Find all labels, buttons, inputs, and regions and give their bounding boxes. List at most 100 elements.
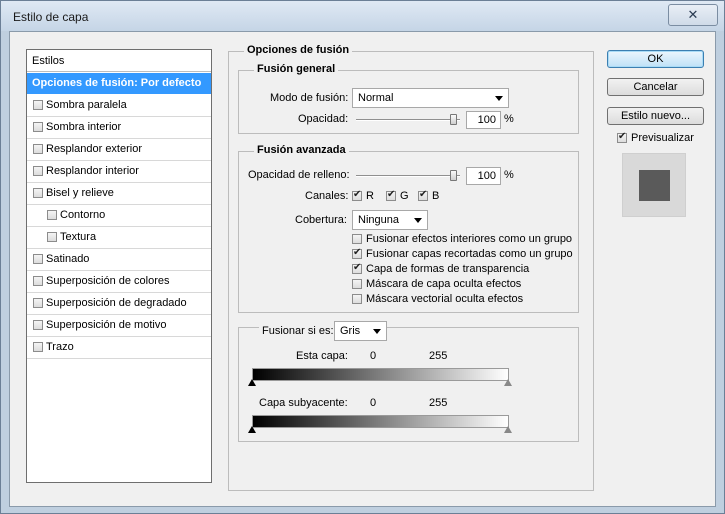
- layer-style-dialog: Estilo de capa ✕ Estilos Opciones de fus…: [0, 0, 725, 514]
- channel-r-label: R: [366, 190, 374, 202]
- opacity-unit: %: [504, 113, 514, 125]
- style-item-bevel-emboss[interactable]: Bisel y relieve: [27, 183, 211, 205]
- checkbox[interactable]: [47, 232, 57, 242]
- this-layer-gradient: [252, 368, 509, 381]
- advanced-blending-title: Fusión avanzada: [254, 144, 349, 156]
- style-item-label: Contorno: [60, 209, 106, 221]
- option-label: Máscara de capa oculta efectos: [366, 278, 522, 290]
- style-item-contour[interactable]: Contorno: [27, 205, 211, 227]
- checkbox[interactable]: [33, 298, 43, 308]
- blend-if-select[interactable]: Gris: [334, 321, 387, 341]
- channel-g-label: G: [400, 190, 409, 202]
- chevron-down-icon: [414, 218, 422, 223]
- close-button[interactable]: ✕: [668, 4, 718, 26]
- option-checkbox[interactable]: [352, 247, 362, 259]
- cancel-button[interactable]: Cancelar: [607, 78, 704, 96]
- style-preview: [622, 153, 686, 217]
- underlying-layer-black-slider[interactable]: [248, 426, 256, 433]
- fill-opacity-unit: %: [504, 169, 514, 181]
- blending-options-item[interactable]: Opciones de fusión: Por defecto: [27, 73, 211, 94]
- channel-r-checkbox[interactable]: [352, 189, 362, 201]
- option-checkbox[interactable]: [352, 279, 362, 289]
- checkbox[interactable]: [33, 276, 43, 286]
- checkbox[interactable]: [33, 100, 43, 110]
- checkbox[interactable]: [33, 166, 43, 176]
- option-label: Máscara vectorial oculta efectos: [366, 293, 524, 305]
- fill-opacity-label: Opacidad de relleno:: [248, 169, 350, 181]
- checkbox[interactable]: [47, 210, 57, 220]
- ok-button[interactable]: OK: [607, 50, 704, 68]
- opacity-label: Opacidad:: [298, 113, 349, 125]
- blend-if-value: Gris: [340, 325, 361, 337]
- this-layer-max: 255: [429, 350, 448, 362]
- preview-swatch: [639, 170, 670, 201]
- styles-header[interactable]: Estilos: [27, 50, 211, 72]
- blend-if-label: Fusionar si es:: [259, 325, 337, 337]
- option-checkbox[interactable]: [352, 234, 362, 244]
- checkbox[interactable]: [33, 254, 43, 264]
- style-item-label: Superposición de degradado: [46, 297, 187, 309]
- style-item-drop-shadow[interactable]: Sombra paralela: [27, 95, 211, 117]
- this-layer-black-slider[interactable]: [248, 379, 256, 386]
- chevron-down-icon: [373, 329, 381, 334]
- checkbox[interactable]: [33, 188, 43, 198]
- general-blending-title: Fusión general: [254, 63, 339, 75]
- opacity-slider-thumb[interactable]: [450, 114, 457, 125]
- section-title: Opciones de fusión: [244, 44, 353, 56]
- title-bar: Estilo de capa ✕: [1, 1, 724, 31]
- style-item-label: Resplandor interior: [46, 165, 139, 177]
- option-checkbox[interactable]: [352, 262, 362, 274]
- knockout-label: Cobertura:: [295, 214, 347, 226]
- option-label: Capa de formas de transparencia: [366, 263, 530, 275]
- window-title: Estilo de capa: [13, 10, 89, 24]
- chevron-down-icon: [495, 96, 503, 101]
- style-item-label: Satinado: [46, 253, 90, 265]
- style-item-label: Sombra interior: [46, 121, 122, 133]
- new-style-button[interactable]: Estilo nuevo...: [607, 107, 704, 125]
- style-item-label: Superposición de colores: [46, 275, 170, 287]
- style-item-pattern-overlay[interactable]: Superposición de motivo: [27, 315, 211, 337]
- checkbox[interactable]: [33, 320, 43, 330]
- style-item-inner-shadow[interactable]: Sombra interior: [27, 117, 211, 139]
- style-item-inner-glow[interactable]: Resplandor interior: [27, 161, 211, 183]
- style-item-texture[interactable]: Textura: [27, 227, 211, 249]
- fill-opacity-slider-thumb[interactable]: [450, 170, 457, 181]
- channel-g-checkbox[interactable]: [386, 189, 396, 201]
- dialog-body: Estilos Opciones de fusión: Por defecto …: [9, 31, 716, 507]
- preview-label: Previsualizar: [631, 132, 694, 144]
- style-item-gradient-overlay[interactable]: Superposición de degradado: [27, 293, 211, 315]
- close-icon: ✕: [687, 7, 699, 22]
- channel-b-label: B: [432, 190, 440, 202]
- style-item-label: Trazo: [46, 341, 74, 353]
- knockout-select[interactable]: Ninguna: [352, 210, 428, 230]
- blend-mode-value: Normal: [358, 92, 394, 104]
- style-item-satin[interactable]: Satinado: [27, 249, 211, 271]
- underlying-layer-label: Capa subyacente:: [259, 397, 348, 409]
- checkbox[interactable]: [33, 144, 43, 154]
- this-layer-label: Esta capa:: [296, 350, 348, 362]
- this-layer-white-slider[interactable]: [504, 379, 512, 386]
- underlying-layer-max: 255: [429, 397, 448, 409]
- style-item-label: Sombra paralela: [46, 99, 127, 111]
- fill-opacity-input[interactable]: 100: [466, 167, 501, 185]
- blend-mode-select[interactable]: Normal: [352, 88, 509, 108]
- checkbox[interactable]: [33, 122, 43, 132]
- checkbox[interactable]: [33, 342, 43, 352]
- channels-label: Canales:: [305, 190, 349, 202]
- option-checkbox[interactable]: [352, 294, 362, 304]
- style-item-label: Resplandor exterior: [46, 143, 142, 155]
- opacity-slider-track[interactable]: [356, 119, 460, 121]
- knockout-value: Ninguna: [358, 214, 399, 226]
- blend-mode-label: Modo de fusión:: [270, 92, 349, 104]
- channel-b-checkbox[interactable]: [418, 189, 428, 201]
- style-item-outer-glow[interactable]: Resplandor exterior: [27, 139, 211, 161]
- underlying-layer-white-slider[interactable]: [504, 426, 512, 433]
- underlying-layer-gradient: [252, 415, 509, 428]
- fill-opacity-slider-track[interactable]: [356, 175, 460, 177]
- style-item-color-overlay[interactable]: Superposición de colores: [27, 271, 211, 293]
- style-item-label: Bisel y relieve: [46, 187, 114, 199]
- preview-checkbox[interactable]: [617, 131, 627, 143]
- underlying-layer-min: 0: [370, 397, 377, 409]
- opacity-input[interactable]: 100: [466, 111, 501, 129]
- style-item-stroke[interactable]: Trazo: [27, 337, 211, 359]
